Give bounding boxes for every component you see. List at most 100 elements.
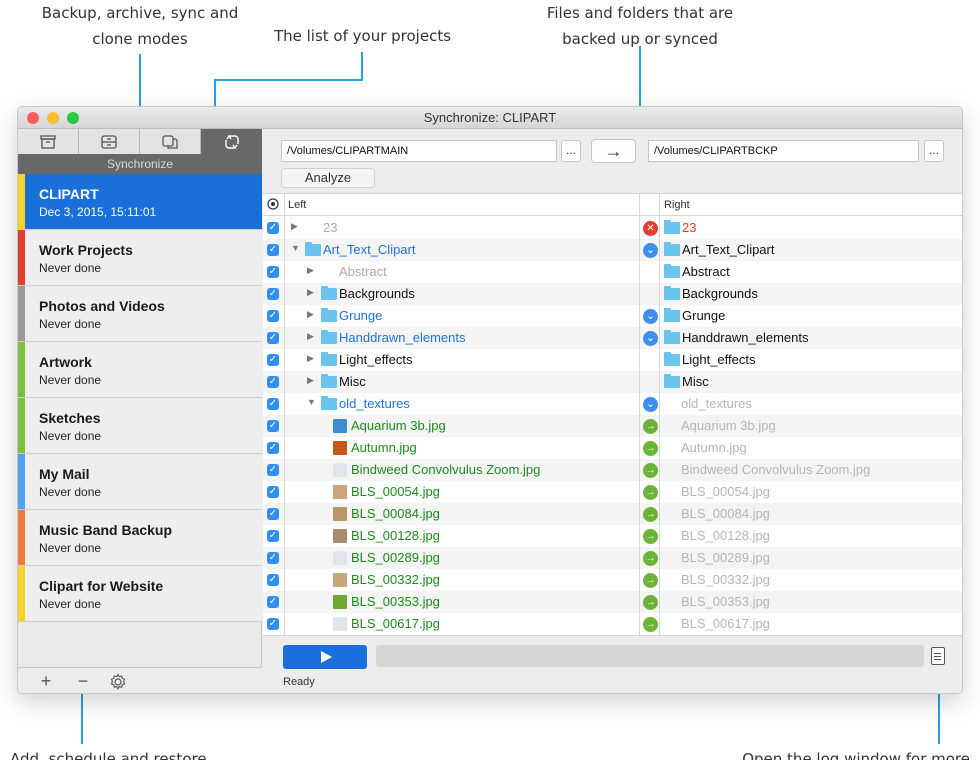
row-checkbox[interactable]: ✓ bbox=[267, 266, 279, 278]
table-row[interactable]: ✓ BLS_00084.jpg → BLS_00084.jpg bbox=[263, 503, 962, 525]
project-item[interactable]: CLIPART Dec 3, 2015, 15:11:01 bbox=[18, 174, 262, 230]
right-browse-button[interactable]: ... bbox=[924, 140, 944, 162]
table-row[interactable]: ✓ ▶ Handdrawn_elements ⌄ Handdrawn_elements bbox=[263, 327, 962, 349]
disclosure-collapsed-icon[interactable]: ▶ bbox=[307, 265, 314, 276]
disclosure-collapsed-icon[interactable]: ▶ bbox=[307, 375, 314, 386]
project-status: Never done bbox=[39, 373, 102, 387]
table-row[interactable]: ✓ ▼ Art_Text_Clipart ⌄ Art_Text_Clipart bbox=[263, 239, 962, 261]
copy-arrow-icon[interactable]: → bbox=[643, 463, 658, 478]
remove-project-button[interactable]: − bbox=[73, 671, 93, 692]
sync-status-icon[interactable]: ⌄ bbox=[643, 309, 658, 324]
project-item[interactable]: My Mail Never done bbox=[18, 454, 262, 510]
table-row[interactable]: ✓ BLS_00289.jpg → BLS_00289.jpg bbox=[263, 547, 962, 569]
conflict-icon[interactable]: ✕ bbox=[643, 221, 658, 236]
add-project-button[interactable]: + bbox=[36, 671, 56, 692]
project-item[interactable]: Sketches Never done bbox=[18, 398, 262, 454]
row-checkbox[interactable]: ✓ bbox=[267, 508, 279, 520]
table-row[interactable]: ✓ Bindweed Convolvulus Zoom.jpg → Bindweed … bbox=[263, 459, 962, 481]
analyze-button[interactable]: Analyze bbox=[281, 168, 375, 188]
copy-arrow-icon[interactable]: → bbox=[643, 485, 658, 500]
table-row[interactable]: ✓ ▶ Grunge ⌄ Grunge bbox=[263, 305, 962, 327]
project-status: Never done bbox=[39, 485, 102, 499]
direction-button[interactable]: → bbox=[591, 139, 636, 163]
right-item-name: Backgrounds bbox=[682, 286, 758, 301]
left-item-name: BLS_00084.jpg bbox=[351, 506, 440, 521]
select-all-icon[interactable] bbox=[267, 198, 279, 213]
table-row[interactable]: ✓ Aquarium 3b.jpg → Aquarium 3b.jpg bbox=[263, 415, 962, 437]
copy-arrow-icon[interactable]: → bbox=[643, 595, 658, 610]
row-checkbox[interactable]: ✓ bbox=[267, 552, 279, 564]
row-checkbox[interactable]: ✓ bbox=[267, 442, 279, 454]
left-item-name: Art_Text_Clipart bbox=[323, 242, 416, 257]
table-row[interactable]: ✓ ▶ Misc Misc bbox=[263, 371, 962, 393]
left-browse-button[interactable]: ... bbox=[561, 140, 581, 162]
copy-arrow-icon[interactable]: → bbox=[643, 551, 658, 566]
disclosure-collapsed-icon[interactable]: ▶ bbox=[307, 353, 314, 364]
row-checkbox[interactable]: ✓ bbox=[267, 596, 279, 608]
mode-backup-button[interactable] bbox=[18, 129, 79, 154]
project-name: Clipart for Website bbox=[39, 578, 164, 594]
settings-gear-button[interactable] bbox=[108, 673, 128, 693]
disclosure-expanded-icon[interactable]: ▼ bbox=[307, 397, 316, 407]
row-checkbox[interactable]: ✓ bbox=[267, 464, 279, 476]
row-checkbox[interactable]: ✓ bbox=[267, 332, 279, 344]
row-checkbox[interactable]: ✓ bbox=[267, 222, 279, 234]
row-checkbox[interactable]: ✓ bbox=[267, 486, 279, 498]
table-row[interactable]: ✓ ▶ Backgrounds Backgrounds bbox=[263, 283, 962, 305]
row-checkbox[interactable]: ✓ bbox=[267, 244, 279, 256]
project-item[interactable]: Music Band Backup Never done bbox=[18, 510, 262, 566]
copy-arrow-icon[interactable]: → bbox=[643, 441, 658, 456]
mode-synchronize-button[interactable] bbox=[201, 129, 262, 154]
right-path-field[interactable]: /Volumes/CLIPARTBCKP bbox=[648, 140, 919, 162]
folder-icon bbox=[664, 220, 680, 234]
disclosure-collapsed-icon[interactable]: ▶ bbox=[307, 331, 314, 342]
project-item[interactable]: Work Projects Never done bbox=[18, 230, 262, 286]
image-file-icon bbox=[333, 595, 347, 609]
row-checkbox[interactable]: ✓ bbox=[267, 574, 279, 586]
left-item-name: Aquarium 3b.jpg bbox=[351, 418, 446, 433]
sync-status-icon[interactable]: ⌄ bbox=[643, 243, 658, 258]
right-item-name: Misc bbox=[682, 374, 709, 389]
row-checkbox[interactable]: ✓ bbox=[267, 420, 279, 432]
table-row[interactable]: ✓ Autumn.jpg → Autumn.jpg bbox=[263, 437, 962, 459]
project-item[interactable]: Photos and Videos Never done bbox=[18, 286, 262, 342]
log-window-icon[interactable] bbox=[931, 647, 945, 665]
table-row[interactable]: ✓ ▶ Abstract Abstract bbox=[263, 261, 962, 283]
table-row[interactable]: ✓ BLS_00353.jpg → BLS_00353.jpg bbox=[263, 591, 962, 613]
disclosure-collapsed-icon[interactable]: ▶ bbox=[291, 221, 298, 232]
row-checkbox[interactable]: ✓ bbox=[267, 354, 279, 366]
mode-clone-button[interactable] bbox=[140, 129, 201, 154]
table-row[interactable]: ✓ BLS_00128.jpg → BLS_00128.jpg bbox=[263, 525, 962, 547]
project-item[interactable]: Artwork Never done bbox=[18, 342, 262, 398]
column-right-header[interactable]: Right bbox=[664, 199, 690, 211]
sync-status-icon[interactable]: ⌄ bbox=[643, 331, 658, 346]
column-left-header[interactable]: Left bbox=[288, 199, 306, 211]
copy-arrow-icon[interactable]: → bbox=[643, 419, 658, 434]
copy-arrow-icon[interactable]: → bbox=[643, 529, 658, 544]
row-checkbox[interactable]: ✓ bbox=[267, 530, 279, 542]
left-path-field[interactable]: /Volumes/CLIPARTMAIN bbox=[281, 140, 557, 162]
row-checkbox[interactable]: ✓ bbox=[267, 310, 279, 322]
row-checkbox[interactable]: ✓ bbox=[267, 618, 279, 630]
table-row[interactable]: ✓ BLS_00617.jpg → BLS_00617.jpg bbox=[263, 613, 962, 635]
copy-arrow-icon[interactable]: → bbox=[643, 573, 658, 588]
sync-status-icon[interactable]: ⌄ bbox=[643, 397, 658, 412]
row-checkbox[interactable]: ✓ bbox=[267, 398, 279, 410]
disclosure-collapsed-icon[interactable]: ▶ bbox=[307, 287, 314, 298]
table-row[interactable]: ✓ BLS_00054.jpg → BLS_00054.jpg bbox=[263, 481, 962, 503]
table-row[interactable]: ✓ ▼ old_textures ⌄ old_textures bbox=[263, 393, 962, 415]
start-sync-button[interactable] bbox=[283, 645, 367, 669]
copy-arrow-icon[interactable]: → bbox=[643, 507, 658, 522]
mode-archive-button[interactable] bbox=[79, 129, 140, 154]
row-checkbox[interactable]: ✓ bbox=[267, 376, 279, 388]
disclosure-expanded-icon[interactable]: ▼ bbox=[291, 243, 300, 253]
row-checkbox[interactable]: ✓ bbox=[267, 288, 279, 300]
table-row[interactable]: ✓ ▶ 23 ✕ 23 bbox=[263, 217, 962, 239]
left-item-name: Backgrounds bbox=[339, 286, 415, 301]
project-item[interactable]: Clipart for Website Never done bbox=[18, 566, 262, 622]
copy-arrow-icon[interactable]: → bbox=[643, 617, 658, 632]
disclosure-collapsed-icon[interactable]: ▶ bbox=[307, 309, 314, 320]
table-row[interactable]: ✓ ▶ Light_effects Light_effects bbox=[263, 349, 962, 371]
table-row[interactable]: ✓ BLS_00332.jpg → BLS_00332.jpg bbox=[263, 569, 962, 591]
right-item-name: Art_Text_Clipart bbox=[682, 242, 775, 257]
